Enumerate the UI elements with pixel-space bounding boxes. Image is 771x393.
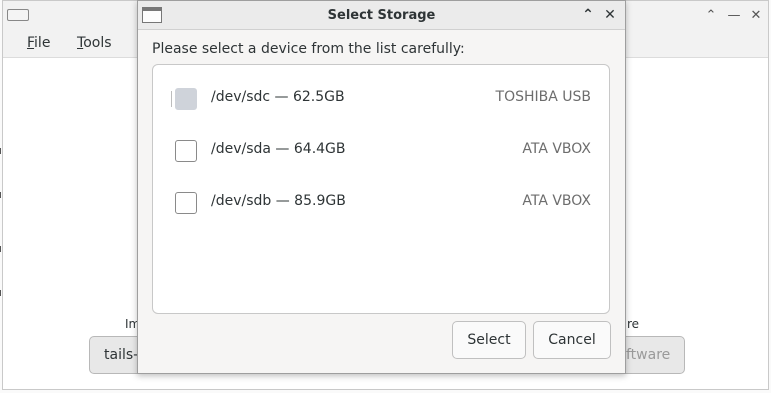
device-name: /dev/sdb — 85.9GB: [211, 193, 346, 209]
desktop: ⌃ — ✕ File Tools Im re tails- ftware Sel…: [0, 0, 771, 393]
device-vendor: ATA VBOX: [522, 141, 591, 157]
device-vendor: ATA VBOX: [522, 193, 591, 209]
device-row: /dev/sda — 64.4GB ATA VBOX: [153, 131, 609, 171]
cancel-button[interactable]: Cancel: [533, 321, 611, 359]
software-label-partial: re: [627, 317, 640, 331]
maximize-icon[interactable]: ⌃: [578, 5, 598, 25]
application-icon: [7, 9, 29, 21]
device-vendor: TOSHIBA USB: [495, 89, 591, 105]
device-row: /dev/sdc — 62.5GB TOSHIBA USB: [153, 79, 609, 119]
dialog-prompt: Please select a device from the list car…: [152, 41, 465, 57]
dialog-title: Select Storage: [327, 8, 436, 23]
device-list: /dev/sdc — 62.5GB TOSHIBA USB /dev/sda —…: [152, 64, 610, 314]
close-icon[interactable]: ✕: [600, 5, 620, 25]
menu-tools-label: ools: [83, 35, 112, 51]
device-name: /dev/sda — 64.4GB: [211, 141, 346, 157]
menu-file[interactable]: File: [27, 35, 50, 51]
menu-file-label: ile: [34, 35, 51, 51]
select-button[interactable]: Select: [452, 321, 526, 359]
device-row: /dev/sdb — 85.9GB ATA VBOX: [153, 183, 609, 223]
device-name: /dev/sdc — 62.5GB: [211, 89, 345, 105]
close-icon[interactable]: ✕: [745, 5, 767, 27]
select-storage-dialog: Select Storage ⌃ ✕ Please select a devic…: [137, 0, 626, 374]
maximize-icon[interactable]: ⌃: [700, 5, 722, 27]
device-checkbox[interactable]: [175, 192, 197, 214]
menu-tools[interactable]: Tools: [77, 35, 112, 51]
device-checkbox[interactable]: [175, 140, 197, 162]
menu-file-mnemonic: F: [27, 35, 35, 51]
minimize-icon[interactable]: —: [723, 5, 745, 27]
dialog-titlebar[interactable]: Select Storage ⌃ ✕: [138, 1, 625, 30]
device-checkbox[interactable]: [171, 88, 197, 110]
